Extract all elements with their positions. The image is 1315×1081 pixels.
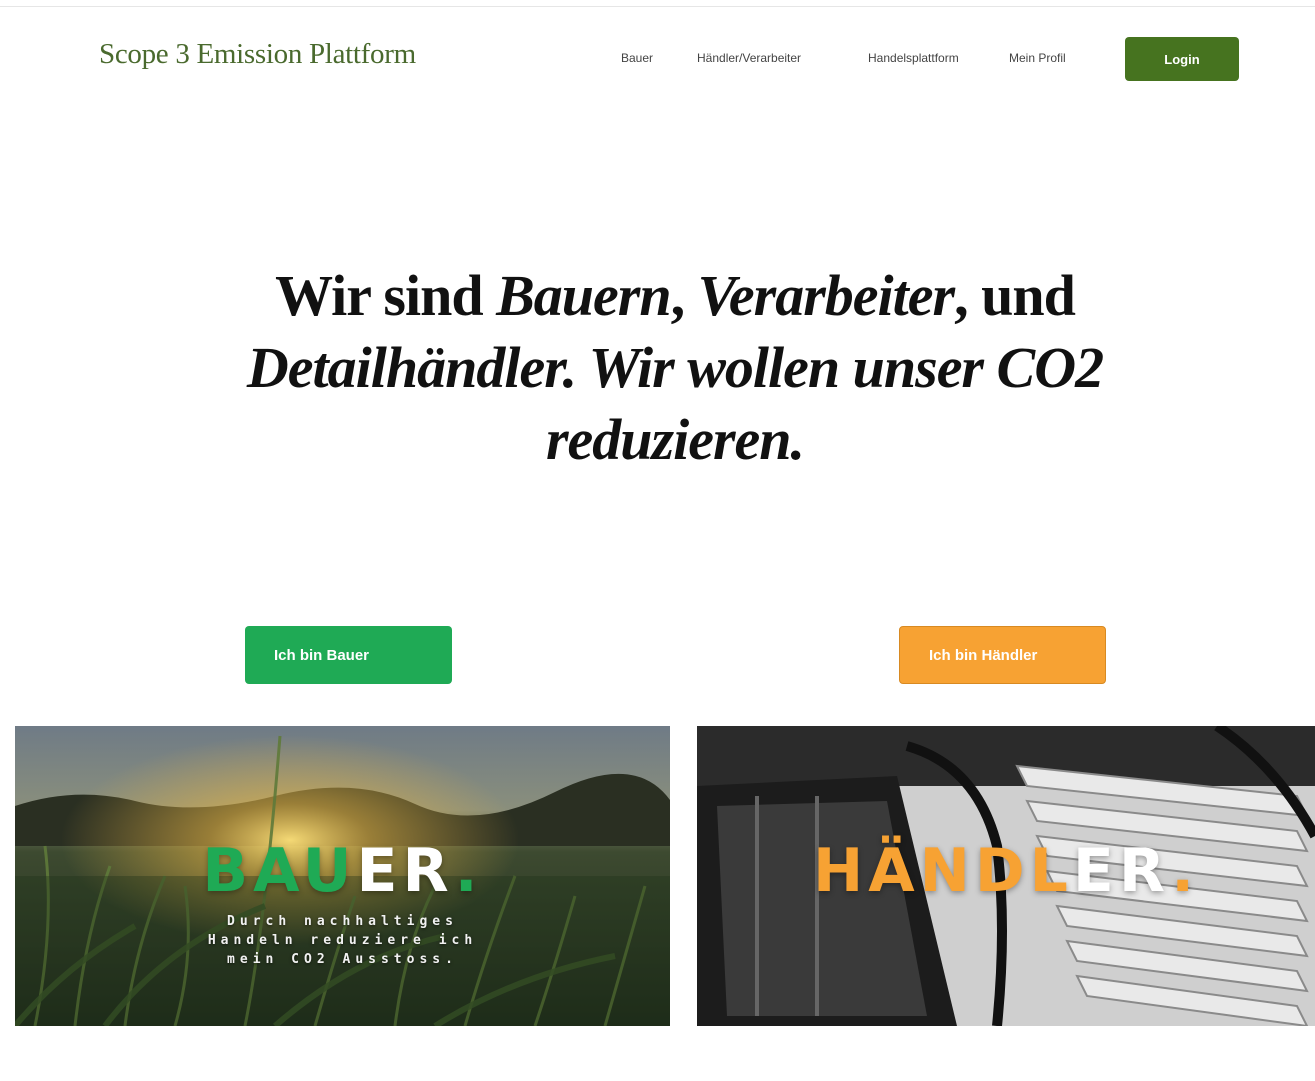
headline-emphasis-verarbeiter: Verarbeiter <box>697 263 955 328</box>
farmer-card-text-line: Durch nachhaltiges <box>227 914 458 929</box>
brand-logo-text[interactable]: Scope 3 Emission Plattform <box>99 38 416 71</box>
headline-line1: Wir sind Bauern, Verarbeiter, und <box>275 263 1076 328</box>
trader-title-part-orange: HÄNDL <box>812 836 1073 906</box>
headline-text: Wir sind <box>275 263 497 328</box>
nav-item-mein-profil[interactable]: Mein Profil <box>1009 51 1066 65</box>
nav-item-bauer[interactable]: Bauer <box>621 51 653 65</box>
nav-item-haendler-verarbeiter[interactable]: Händler/Verarbeiter <box>697 51 801 65</box>
headline-line3: reduzieren. <box>545 407 805 472</box>
farmer-card-title: BAUER. <box>15 836 670 906</box>
farmer-card-text-line: mein CO2 Ausstoss. <box>227 952 458 967</box>
trader-card-title: HÄNDLER. <box>697 836 1315 906</box>
farmer-card-text-line: Handeln reduziere ich <box>207 933 478 948</box>
headline-line2: Detailhändler. Wir wollen unser CO2 <box>246 335 1104 400</box>
nav-item-handelsplattform[interactable]: Handelsplattform <box>868 51 959 65</box>
farmer-title-part-green: BAU <box>202 836 357 906</box>
headline-text: , und <box>954 263 1076 328</box>
headline-emphasis-bauern: Bauern <box>496 263 672 328</box>
farmer-title-dot: . <box>454 836 483 906</box>
headline-text: , <box>670 263 698 328</box>
hero-headline: Wir sind Bauern, Verarbeiter, und Detail… <box>200 260 1150 476</box>
login-button[interactable]: Login <box>1125 37 1239 81</box>
top-divider <box>0 6 1315 7</box>
trader-title-part-white: ER <box>1072 836 1172 906</box>
trader-title-dot: . <box>1171 836 1199 906</box>
farmer-card[interactable]: BAUER. Durch nachhaltiges Handeln reduzi… <box>15 726 670 1026</box>
trader-cta-button[interactable]: Ich bin Händler <box>899 626 1106 684</box>
farmer-cta-button[interactable]: Ich bin Bauer <box>245 626 452 684</box>
farmer-title-part-white: ER <box>356 836 455 906</box>
farmer-card-text: Durch nachhaltiges Handeln reduziere ich… <box>15 912 670 969</box>
trader-card[interactable]: HÄNDLER. <box>697 726 1315 1026</box>
